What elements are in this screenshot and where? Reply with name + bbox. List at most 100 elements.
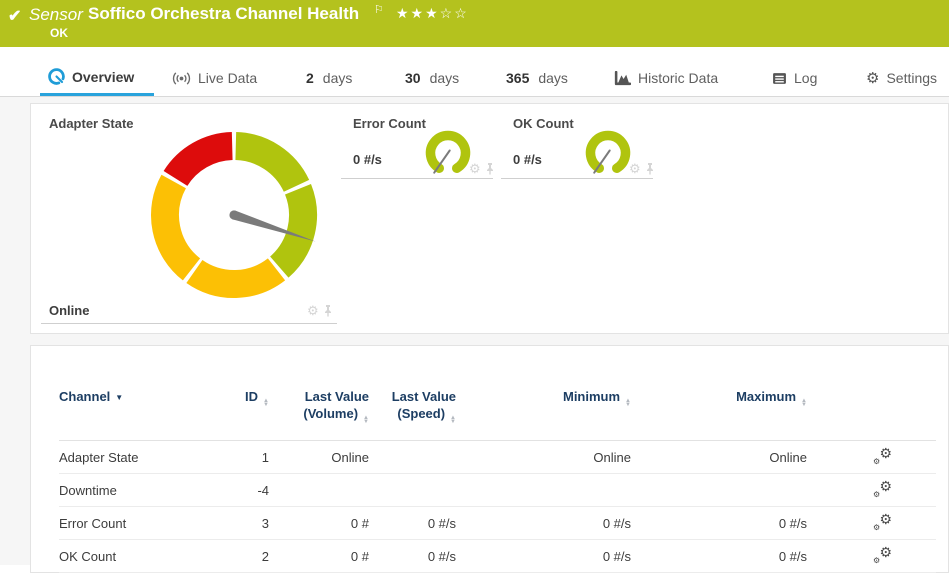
tab-bar: Overview Live Data 2 days 30 days 365 da… xyxy=(0,60,949,97)
gauges-panel: Adapter State Online ⚙ Error Count 0 #/s… xyxy=(30,103,949,334)
pin-icon[interactable] xyxy=(323,304,333,317)
cell-channel[interactable]: Adapter State xyxy=(59,440,211,474)
tab-live-data[interactable]: Live Data xyxy=(172,60,257,96)
tab-30-days[interactable]: 30 days xyxy=(405,60,459,96)
cell-id: 2 xyxy=(211,539,269,573)
gauge-icon xyxy=(48,68,65,85)
tab-historic-data[interactable]: Historic Data xyxy=(614,60,718,96)
channel-settings-gears-icon[interactable]: ⚙ ⚙ xyxy=(873,512,892,532)
live-data-icon xyxy=(172,71,191,86)
stars-empty[interactable]: ☆☆ xyxy=(440,5,469,21)
ok-gauge-actions: ⚙ xyxy=(629,162,655,175)
col-header-minimum[interactable]: Minimum ▲ ▼ xyxy=(456,346,631,441)
settings-gear-icon: ⚙ xyxy=(866,69,880,87)
cell-minimum: 0 #/s xyxy=(456,539,631,573)
tab-overview[interactable]: Overview xyxy=(40,60,155,96)
tab-live-data-label: Live Data xyxy=(198,70,258,86)
cell-actions: ⚙ ⚙ xyxy=(807,539,936,573)
cell-last-value-volume: 0 # xyxy=(269,539,369,573)
channel-settings-gears-icon[interactable]: ⚙ ⚙ xyxy=(873,479,892,499)
cell-minimum: Online xyxy=(456,440,631,474)
table-row: Downtime -4 ⚙ ⚙ xyxy=(59,473,936,507)
col-header-maximum[interactable]: Maximum ▲ ▼ xyxy=(631,346,807,441)
cell-minimum xyxy=(456,473,631,507)
sort-icon: ▲ ▼ xyxy=(450,415,456,425)
channel-settings-gears-icon[interactable]: ⚙ ⚙ xyxy=(873,446,892,466)
tab-365-days-number: 365 xyxy=(506,70,530,86)
tab-log[interactable]: Log xyxy=(772,60,817,96)
caret-down-icon: ▼ xyxy=(115,393,124,402)
gauge-settings-icon[interactable]: ⚙ xyxy=(307,304,319,317)
sort-icon: ▲ ▼ xyxy=(363,415,369,425)
main-gauge-title: Adapter State xyxy=(49,116,134,131)
divider xyxy=(341,178,493,179)
gauge-settings-icon[interactable]: ⚙ xyxy=(469,162,481,175)
mini-gauge-value-ok: 0 #/s xyxy=(513,152,542,167)
col-header-last-value-volume[interactable]: Last Value (Volume) ▲ ▼ xyxy=(269,346,369,441)
cell-maximum: 0 #/s xyxy=(631,506,807,540)
tab-30-days-label: days xyxy=(429,70,460,86)
log-icon xyxy=(772,72,787,85)
cell-last-value-volume: 0 # xyxy=(269,506,369,540)
main-gauge-actions: ⚙ xyxy=(307,304,333,317)
mini-gauge-title-error: Error Count xyxy=(353,116,426,131)
gauge-settings-icon[interactable]: ⚙ xyxy=(629,162,641,175)
sensor-type-label: Sensor xyxy=(29,5,83,24)
cell-channel[interactable]: OK Count xyxy=(59,539,211,573)
col-header-last-value-speed[interactable]: Last Value (Speed) ▲ ▼ xyxy=(369,346,456,441)
table-header-row: Channel ▼ ID ▲ ▼ Last Value (Volume) ▲ ▼ Last… xyxy=(59,346,936,441)
tab-settings-label: Settings xyxy=(886,70,938,86)
cell-id: 3 xyxy=(211,506,269,540)
tab-settings[interactable]: ⚙ Settings xyxy=(866,60,937,96)
table-row: OK Count 2 0 # 0 #/s 0 #/s 0 #/s ⚙ ⚙ xyxy=(59,539,936,573)
tab-365-days[interactable]: 365 days xyxy=(506,60,568,96)
mini-gauge-value-error: 0 #/s xyxy=(353,152,382,167)
channel-table: Channel ▼ ID ▲ ▼ Last Value (Volume) ▲ ▼ Last… xyxy=(59,346,936,573)
cell-last-value-speed: 0 #/s xyxy=(369,539,456,573)
cell-channel[interactable]: Downtime xyxy=(59,473,211,507)
table-row: Error Count 3 0 # 0 #/s 0 #/s 0 #/s ⚙ ⚙ xyxy=(59,506,936,540)
tab-2-days[interactable]: 2 days xyxy=(306,60,352,96)
mini-gauge-title-ok: OK Count xyxy=(513,116,574,131)
cell-actions: ⚙ ⚙ xyxy=(807,506,936,540)
cell-maximum: 0 #/s xyxy=(631,539,807,573)
tab-365-days-label: days xyxy=(538,70,568,86)
status-check-icon: ✔ xyxy=(8,8,22,25)
error-gauge-actions: ⚙ xyxy=(469,162,495,175)
channel-settings-gears-icon[interactable]: ⚙ ⚙ xyxy=(873,545,892,565)
error-count-gauge xyxy=(425,130,471,174)
flag-icon[interactable]: ⚐ xyxy=(374,3,384,16)
table-row: Adapter State 1 Online Online Online ⚙ ⚙ xyxy=(59,440,936,474)
cell-channel[interactable]: Error Count xyxy=(59,506,211,540)
cell-last-value-volume: Online xyxy=(269,440,369,474)
cell-maximum: Online xyxy=(631,440,807,474)
channel-table-panel: Channel ▼ ID ▲ ▼ Last Value (Volume) ▲ ▼ Last… xyxy=(30,345,949,573)
historic-chart-icon xyxy=(614,70,631,86)
cell-last-value-speed xyxy=(369,440,456,474)
cell-last-value-volume xyxy=(269,473,369,507)
cell-actions: ⚙ ⚙ xyxy=(807,473,936,507)
cell-id: 1 xyxy=(211,440,269,474)
sort-icon: ▲ ▼ xyxy=(263,398,269,408)
pin-icon[interactable] xyxy=(485,162,495,175)
tab-log-label: Log xyxy=(794,70,818,86)
sensor-title: Soffico Orchestra Channel Health xyxy=(88,4,360,23)
adapter-state-gauge xyxy=(151,132,318,298)
cell-actions: ⚙ ⚙ xyxy=(807,440,936,474)
tab-overview-label: Overview xyxy=(72,68,135,85)
tab-30-days-number: 30 xyxy=(405,70,421,86)
sort-icon: ▲ ▼ xyxy=(801,398,807,408)
sort-icon: ▲ ▼ xyxy=(625,398,631,408)
cell-id: -4 xyxy=(211,473,269,507)
stars-filled[interactable]: ★★★ xyxy=(396,5,440,21)
divider xyxy=(41,323,337,324)
tab-2-days-number: 2 xyxy=(306,70,314,86)
priority-stars[interactable]: ★★★☆☆ xyxy=(396,5,469,22)
col-header-id[interactable]: ID ▲ ▼ xyxy=(211,346,269,441)
cell-maximum xyxy=(631,473,807,507)
cell-last-value-speed xyxy=(369,473,456,507)
main-gauge-value: Online xyxy=(49,303,90,318)
pin-icon[interactable] xyxy=(645,162,655,175)
cell-minimum: 0 #/s xyxy=(456,506,631,540)
col-header-channel[interactable]: Channel ▼ xyxy=(59,346,211,441)
